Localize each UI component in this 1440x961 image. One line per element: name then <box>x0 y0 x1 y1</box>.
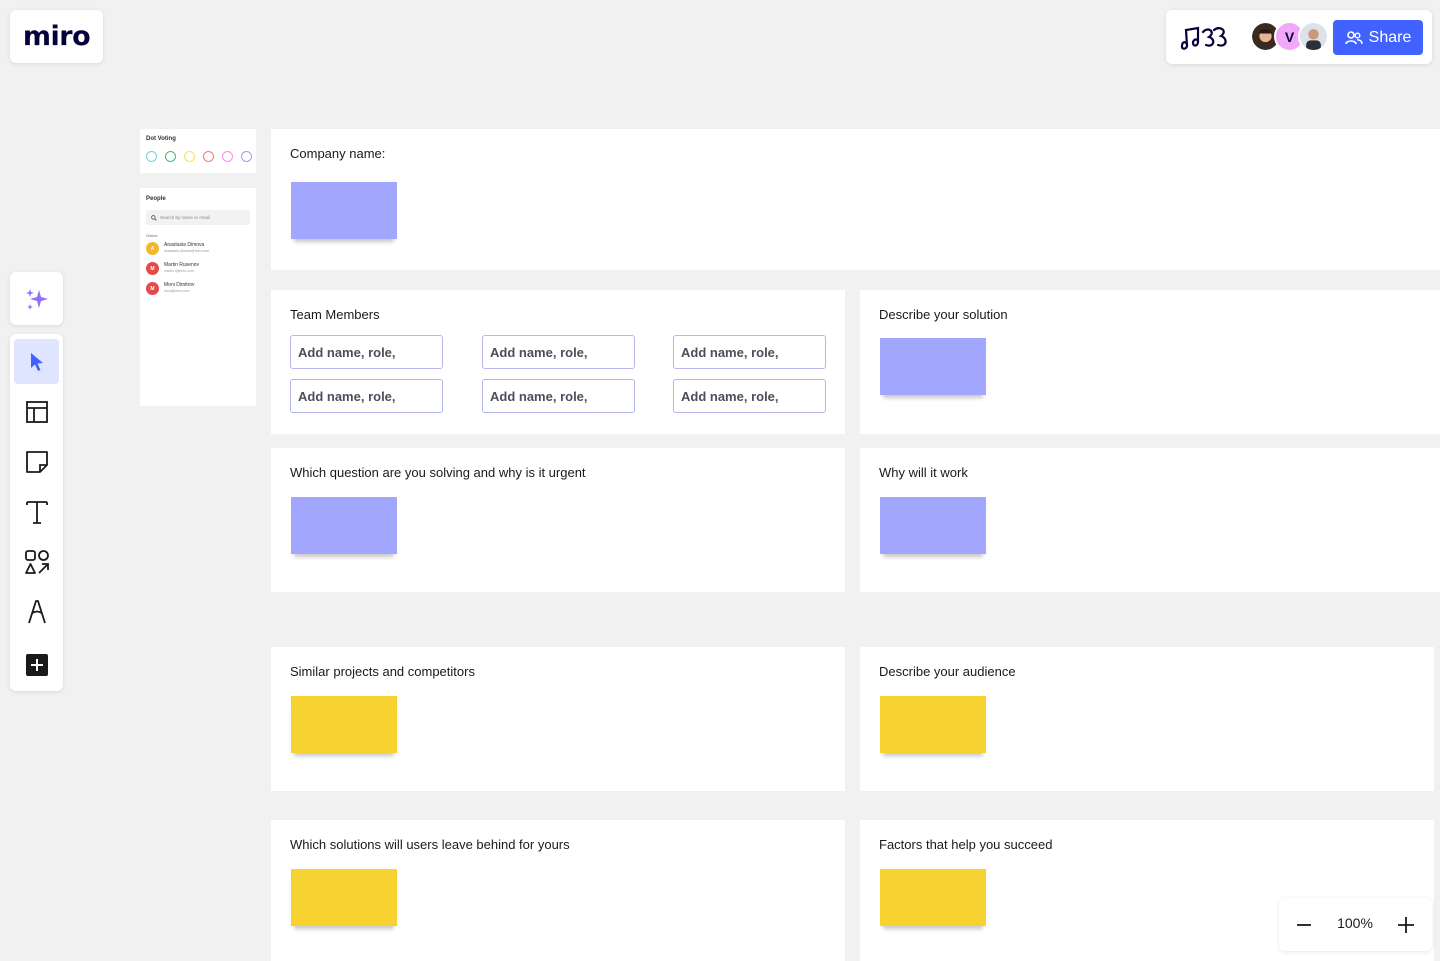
dot-voting-widget[interactable]: Dot Voting <box>140 129 256 173</box>
team-member-slot[interactable]: Add name, role, <box>290 379 443 413</box>
search-icon <box>151 214 157 221</box>
frame-title: Describe your audience <box>879 664 1016 679</box>
team-member-slot[interactable]: Add name, role, <box>673 379 826 413</box>
sticky-note[interactable] <box>291 497 397 554</box>
zoom-level[interactable]: 100% <box>1329 915 1381 931</box>
person-email: martin.r@miro.com <box>164 269 194 273</box>
search-placeholder: Search by name or email <box>160 215 211 220</box>
minus-icon <box>1297 924 1311 926</box>
person-item[interactable]: M Moni Dimitrov moni@miro.com <box>146 282 251 296</box>
sticky-note[interactable] <box>291 182 397 239</box>
person-item[interactable]: A Anastasia Dimova anastasia.dimova@miro… <box>146 242 251 256</box>
voting-dot[interactable] <box>241 151 252 162</box>
person-avatar: M <box>146 262 159 275</box>
add-more-tool[interactable] <box>14 642 59 687</box>
collaborator-avatars[interactable]: V <box>1250 21 1332 53</box>
zoom-out-button[interactable] <box>1289 910 1319 940</box>
frame-audience[interactable]: Describe your audience <box>860 647 1434 791</box>
sticky-note-icon <box>25 450 48 473</box>
plus-icon <box>1398 917 1414 933</box>
frame-title: Company name: <box>290 146 386 161</box>
person-email: moni@miro.com <box>164 289 190 293</box>
voting-dot[interactable] <box>203 151 214 162</box>
frame-team-members[interactable]: Team Members Add name, role, Add name, r… <box>271 290 845 434</box>
share-button[interactable]: Share <box>1333 20 1423 55</box>
miro-logo[interactable]: miro <box>10 10 103 63</box>
people-search-input[interactable]: Search by name or email <box>146 210 250 225</box>
person-name: Anastasia Dimova <box>164 242 205 248</box>
text-tool[interactable] <box>14 489 59 534</box>
person-avatar: M <box>146 282 159 295</box>
pen-icon <box>27 599 46 623</box>
online-label: Online <box>146 233 158 238</box>
sticky-note[interactable] <box>880 338 986 395</box>
team-member-slot[interactable]: Add name, role, <box>482 379 635 413</box>
sticky-note[interactable] <box>880 869 986 926</box>
frame-title: Describe your solution <box>879 307 1008 322</box>
board-logo-icon[interactable] <box>1178 20 1234 54</box>
people-widget: People Search by name or email Online A … <box>140 188 256 406</box>
sticky-note[interactable] <box>291 869 397 926</box>
frame-title: Factors that help you succeed <box>879 837 1053 852</box>
ai-assist-button[interactable] <box>10 272 63 325</box>
zoom-in-button[interactable] <box>1391 910 1421 940</box>
voting-dots <box>146 151 252 162</box>
frame-title: Similar projects and competitors <box>290 664 475 679</box>
frame-competitors[interactable]: Similar projects and competitors <box>271 647 845 791</box>
text-icon <box>25 500 48 524</box>
avatar-initial: V <box>1284 28 1295 45</box>
frame-leave-behind[interactable]: Which solutions will users leave behind … <box>271 820 845 961</box>
voting-dot[interactable] <box>184 151 195 162</box>
person-name: Moni Dimitrov <box>164 282 195 288</box>
plus-square-icon <box>25 653 48 676</box>
sticky-note[interactable] <box>291 696 397 753</box>
shapes-tool[interactable] <box>14 539 59 584</box>
frame-company-name[interactable]: Company name: <box>271 129 1440 270</box>
sticky-note-tool[interactable] <box>14 439 59 484</box>
voting-dot[interactable] <box>222 151 233 162</box>
left-toolbar <box>10 334 63 691</box>
team-member-slot[interactable]: Add name, role, <box>482 335 635 369</box>
user-avatar-3[interactable] <box>1298 21 1329 52</box>
voting-dot[interactable] <box>165 151 176 162</box>
frame-title: Team Members <box>290 307 380 322</box>
frame-title: Why will it work <box>879 465 968 480</box>
team-member-slot[interactable]: Add name, role, <box>290 335 443 369</box>
templates-tool[interactable] <box>14 389 59 434</box>
logo-text: miro <box>22 21 91 52</box>
people-icon <box>1344 30 1363 44</box>
templates-icon <box>25 400 48 423</box>
person-email: anastasia.dimova@miro.com <box>164 249 210 253</box>
cursor-icon <box>30 352 43 371</box>
sticky-note[interactable] <box>880 497 986 554</box>
person-avatar: A <box>146 242 159 255</box>
sparkle-icon <box>25 288 48 310</box>
pen-tool[interactable] <box>14 589 59 634</box>
frame-question-urgent[interactable]: Which question are you solving and why i… <box>271 448 845 592</box>
team-member-slot[interactable]: Add name, role, <box>673 335 826 369</box>
people-title: People <box>146 196 166 202</box>
voting-dot[interactable] <box>146 151 157 162</box>
top-right-bar: V Share <box>1166 10 1432 64</box>
shapes-icon <box>24 549 49 574</box>
frame-describe-solution[interactable]: Describe your solution <box>860 290 1440 434</box>
frame-title: Which question are you solving and why i… <box>290 465 586 480</box>
share-label: Share <box>1368 28 1412 46</box>
frame-title: Which solutions will users leave behind … <box>290 837 570 852</box>
frame-why-work[interactable]: Why will it work <box>860 448 1440 592</box>
person-item[interactable]: M Martin Rusenov martin.r@miro.com <box>146 262 251 276</box>
sticky-note[interactable] <box>880 696 986 753</box>
select-tool[interactable] <box>14 339 59 384</box>
dot-voting-title: Dot Voting <box>146 136 176 142</box>
person-name: Martin Rusenov <box>164 262 200 268</box>
zoom-control: 100% <box>1279 898 1432 951</box>
